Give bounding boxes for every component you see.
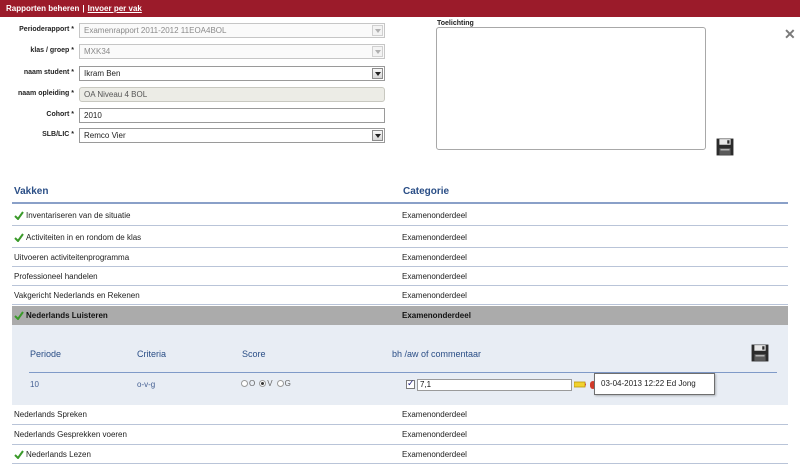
note-pencil-icon[interactable] — [574, 381, 586, 389]
toelichting-label: Toelichting — [437, 20, 474, 27]
column-header-categorie: Categorie — [403, 186, 450, 197]
score-radio-group: OVG — [241, 379, 295, 388]
vak-cell: Nederlands Luisteren — [14, 311, 108, 321]
table-row[interactable]: Vakgericht Nederlands en Rekenen Examenon… — [12, 286, 788, 305]
score-label-g: G — [284, 379, 291, 389]
slb-value: Remco Vier — [84, 131, 126, 140]
vak-label: Professioneel handelen — [14, 272, 98, 281]
criteria-value: o-v-g — [137, 380, 156, 389]
table-row[interactable]: Professioneel handelen Examenonderdeel — [12, 267, 788, 286]
student-label: naam student * — [23, 69, 74, 76]
klas-row: klas / groep * MXK34 — [0, 44, 390, 59]
categorie-cell: Examenonderdeel — [402, 430, 467, 439]
vak-cell: Professioneel handelen — [14, 272, 98, 281]
vak-cell: Vakgericht Nederlands en Rekenen — [14, 291, 140, 300]
vak-cell: Nederlands Lezen — [14, 450, 91, 460]
table-row[interactable]: Nederlands Luisteren Examenonderdeel — [12, 306, 788, 326]
categorie-cell: Examenonderdeel — [402, 233, 467, 242]
score-label-o: O — [249, 379, 256, 389]
chevron-down-icon — [372, 130, 383, 141]
score-radio-o[interactable] — [241, 380, 248, 388]
categorie-cell: Examenonderdeel — [402, 311, 471, 320]
detail-header-criteria: Criteria — [137, 349, 167, 359]
perioderapport-value: Examenrapport 2011-2012 11EOA4BOL — [84, 26, 227, 35]
vak-label: Uitvoeren activiteitenprogramma — [14, 253, 130, 262]
score-radio-v[interactable] — [259, 380, 267, 388]
breadcrumb-invoer-per-vak[interactable]: Invoer per vak — [88, 4, 142, 13]
chevron-down-icon — [372, 46, 383, 57]
table-row[interactable]: Nederlands Spreken Examenonderdeel — [12, 405, 788, 425]
detail-header-score: Score — [242, 349, 266, 359]
opleiding-value: OA Niveau 4 BOL — [84, 90, 148, 99]
table-row[interactable]: Nederlands Lezen Examenonderdeel — [12, 445, 788, 464]
table-row[interactable]: Nederlands Gesprekken voeren Examenonderd… — [12, 425, 788, 445]
categorie-cell: Examenonderdeel — [402, 450, 467, 459]
cohort-label: Cohort * — [46, 111, 74, 118]
chevron-down-icon — [372, 68, 383, 79]
vak-cell: Inventariseren van de situatie — [14, 211, 131, 221]
periode-value: 10 — [30, 380, 39, 389]
green-checkmark-icon — [14, 450, 24, 460]
score-label-v: V — [267, 379, 273, 389]
klas-label: klas / groep * — [30, 47, 74, 54]
student-value: Ikram Ben — [84, 69, 121, 78]
perioderapport-label: Perioderapport * — [19, 26, 74, 33]
vak-label: Nederlands Gesprekken voeren — [14, 430, 127, 439]
opleiding-row: naam opleiding * OA Niveau 4 BOL — [0, 87, 390, 102]
slb-row: SLB/LIC * Remco Vier — [0, 128, 390, 143]
green-checkmark-icon — [14, 211, 24, 221]
table-row[interactable]: Uitvoeren activiteitenprogramma Examenond… — [12, 248, 788, 267]
table-row[interactable]: Activiteiten in en rondom de klas Exameno… — [12, 228, 788, 248]
commentaar-checkbox[interactable] — [406, 378, 415, 389]
vak-label: Vakgericht Nederlands en Rekenen — [14, 291, 140, 300]
klas-select[interactable]: MXK34 — [79, 44, 385, 59]
student-row: naam student * Ikram Ben — [0, 66, 390, 81]
slb-label: SLB/LIC * — [42, 131, 74, 138]
klas-value: MXK34 — [84, 47, 111, 56]
floppy-disk-icon[interactable] — [751, 344, 769, 362]
opleiding-field: OA Niveau 4 BOL — [79, 87, 385, 102]
vak-cell: Nederlands Gesprekken voeren — [14, 430, 127, 439]
green-checkmark-icon — [14, 233, 24, 243]
column-header-vakken: Vakken — [14, 186, 49, 197]
table-row[interactable]: Inventariseren van de situatie Examenonde… — [12, 206, 788, 226]
categorie-cell: Examenonderdeel — [402, 253, 467, 262]
categorie-cell: Examenonderdeel — [402, 291, 467, 300]
detail-panel: Periode Criteria Score bh /aw of comment… — [12, 325, 788, 405]
breadcrumb: Rapporten beheren | Invoer per vak — [0, 0, 800, 17]
chevron-down-icon — [372, 25, 383, 36]
opleiding-label: naam opleiding * — [17, 90, 74, 97]
vak-cell: Nederlands Spreken — [14, 410, 87, 419]
slb-select[interactable]: Remco Vier — [79, 128, 385, 143]
commentaar-input[interactable]: 7,1 — [417, 379, 572, 391]
categorie-cell: Examenonderdeel — [402, 211, 467, 220]
header-divider — [12, 202, 788, 204]
categorie-cell: Examenonderdeel — [402, 410, 467, 419]
detail-header-commentaar: bh /aw of commentaar — [392, 349, 482, 359]
toelichting-textarea[interactable] — [436, 27, 706, 150]
breadcrumb-rapporten-beheren[interactable]: Rapporten beheren — [6, 4, 79, 13]
perioderapport-row: Perioderapport * Examenrapport 2011-2012… — [0, 23, 390, 38]
breadcrumb-separator: | — [82, 4, 85, 13]
cohort-value: 2010 — [84, 111, 102, 120]
vak-label: Activiteiten in en rondom de klas — [26, 233, 142, 242]
vak-cell: Uitvoeren activiteitenprogramma — [14, 253, 129, 262]
vak-label: Inventariseren van de situatie — [26, 211, 131, 220]
score-radio-g[interactable] — [276, 380, 284, 388]
categorie-cell: Examenonderdeel — [402, 272, 467, 281]
close-icon[interactable]: ✕ — [784, 26, 796, 43]
vak-label: Nederlands Spreken — [14, 410, 87, 419]
cohort-input[interactable]: 2010 — [79, 108, 385, 123]
green-checkmark-icon — [14, 311, 24, 321]
perioderapport-select[interactable]: Examenrapport 2011-2012 11EOA4BOL — [79, 23, 385, 38]
student-select[interactable]: Ikram Ben — [79, 66, 385, 81]
detail-header-periode: Periode — [30, 349, 62, 359]
vak-cell: Activiteiten in en rondom de klas — [14, 233, 142, 243]
cohort-row: Cohort * 2010 — [0, 108, 390, 123]
floppy-disk-icon[interactable] — [716, 138, 734, 156]
vak-label: Nederlands Lezen — [26, 450, 91, 459]
vak-label: Nederlands Luisteren — [26, 311, 108, 320]
comment-tooltip: 03-04-2013 12:22 Ed Jong — [594, 373, 715, 395]
